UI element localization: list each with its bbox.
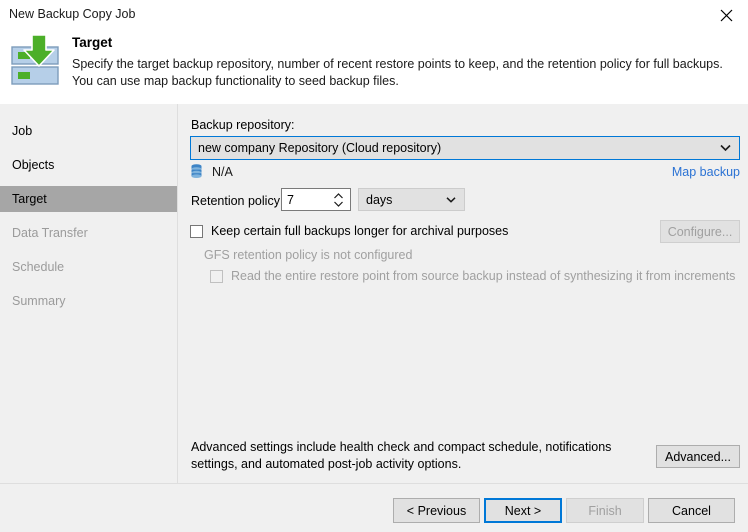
sidebar-item-label: Schedule — [12, 260, 65, 274]
retention-policy-label: Retention policy: — [191, 194, 284, 208]
read-entire-restore-point-label: Read the entire restore point from sourc… — [231, 269, 736, 283]
previous-button[interactable]: < Previous — [393, 498, 480, 523]
dialog-footer: < Previous Next > Finish Cancel — [0, 483, 748, 532]
advanced-settings-note: Advanced settings include health check a… — [191, 440, 612, 471]
title-bar: New Backup Copy Job — [0, 0, 748, 30]
close-button[interactable] — [704, 0, 748, 30]
next-button[interactable]: Next > — [484, 498, 562, 523]
sidebar-item-data-transfer[interactable]: Data Transfer — [0, 220, 177, 246]
read-entire-restore-point-checkbox[interactable]: Read the entire restore point from sourc… — [210, 269, 735, 283]
gfs-status-text: GFS retention policy is not configured — [204, 248, 413, 262]
sidebar-item-label: Data Transfer — [12, 226, 88, 240]
close-icon — [720, 9, 732, 21]
chevron-down-icon — [446, 196, 456, 203]
sidebar-item-objects[interactable]: Objects — [0, 152, 177, 178]
configure-button[interactable]: Configure... — [660, 220, 740, 243]
page-description: Specify the target backup repository, nu… — [72, 57, 723, 88]
sidebar-item-summary[interactable]: Summary — [0, 288, 177, 314]
backup-repository-value: new company Repository (Cloud repository… — [198, 141, 442, 155]
backup-target-arrow-icon — [10, 34, 66, 90]
sidebar-item-label: Target — [12, 192, 47, 206]
wizard-steps-sidebar: Job Objects Target Data Transfer Schedul… — [0, 104, 178, 483]
advanced-button[interactable]: Advanced... — [656, 445, 740, 468]
gfs-retention-checkbox[interactable]: Keep certain full backups longer for arc… — [190, 224, 508, 238]
chevron-down-icon — [720, 144, 731, 152]
stepper-arrows-icon[interactable] — [333, 192, 344, 207]
finish-button[interactable]: Finish — [566, 498, 644, 523]
checkbox-box-icon — [210, 269, 223, 283]
window-title: New Backup Copy Job — [9, 7, 136, 21]
retention-value: 7 — [287, 192, 294, 207]
sidebar-item-label: Summary — [12, 294, 66, 308]
repository-capacity-row: N/A — [191, 164, 233, 179]
sidebar-item-schedule[interactable]: Schedule — [0, 254, 177, 280]
sidebar-item-label: Job — [12, 124, 33, 138]
repository-capacity-value: N/A — [212, 164, 233, 179]
map-backup-link[interactable]: Map backup — [672, 165, 740, 179]
backup-repository-select[interactable]: new company Repository (Cloud repository… — [190, 136, 740, 160]
repository-database-icon — [191, 164, 202, 179]
checkbox-box-icon — [190, 224, 203, 238]
sidebar-item-target[interactable]: Target — [0, 186, 177, 212]
cancel-button[interactable]: Cancel — [648, 498, 735, 523]
retention-unit-value: days — [366, 192, 393, 207]
new-backup-copy-job-dialog: New Backup Copy Job Target Specify the t… — [0, 0, 748, 532]
wizard-header: Target Specify the target backup reposit… — [0, 30, 748, 134]
sidebar-item-job[interactable]: Job — [0, 118, 177, 144]
gfs-retention-label: Keep certain full backups longer for arc… — [211, 224, 509, 238]
retention-value-stepper[interactable]: 7 — [281, 188, 351, 211]
sidebar-item-label: Objects — [12, 158, 55, 172]
page-title: Target — [72, 35, 113, 50]
retention-unit-select[interactable]: days — [358, 188, 465, 211]
backup-repository-label: Backup repository: — [191, 118, 295, 132]
dialog-body: Job Objects Target Data Transfer Schedul… — [0, 104, 748, 483]
target-settings-panel: Backup repository: new company Repositor… — [179, 104, 748, 483]
